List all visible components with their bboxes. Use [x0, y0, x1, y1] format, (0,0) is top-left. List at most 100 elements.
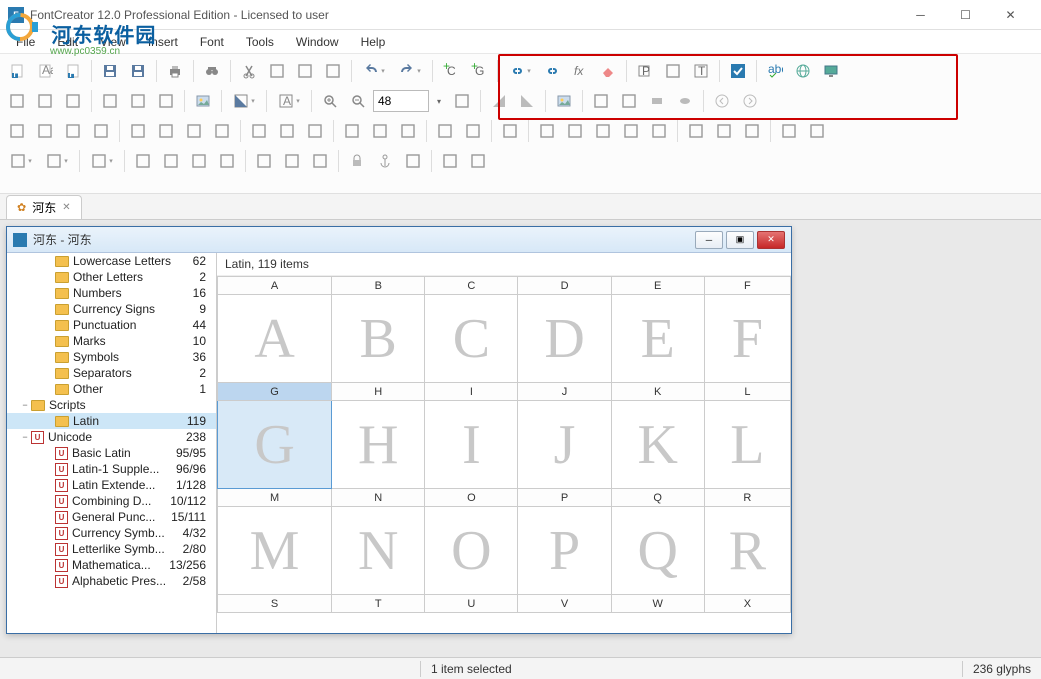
glyph-cell[interactable]: M	[218, 507, 332, 595]
monitor-icon[interactable]	[818, 58, 844, 84]
glyph-cell[interactable]: C	[425, 295, 518, 383]
tree-row[interactable]: ULetterlike Symb...2/80	[7, 541, 216, 557]
file-f-icon[interactable]: F	[4, 58, 30, 84]
p-tag-icon[interactable]: P	[632, 58, 658, 84]
glyph-header-cell[interactable]: N	[332, 489, 425, 507]
glyph-header-cell[interactable]: G	[218, 383, 332, 401]
close-button[interactable]: ✕	[988, 1, 1033, 29]
child-maximize-button[interactable]: ▣	[726, 231, 754, 249]
unlink-icon[interactable]	[539, 58, 565, 84]
glyph-cell[interactable]: J	[518, 401, 611, 489]
maximize-button[interactable]: ☐	[943, 1, 988, 29]
globe-grid-icon[interactable]	[790, 58, 816, 84]
menu-insert[interactable]: Insert	[138, 33, 188, 51]
category-tree-panel[interactable]: Lowercase Letters62Other Letters2Numbers…	[7, 253, 217, 633]
nudge-up-icon[interactable]	[60, 88, 86, 114]
tree-row[interactable]: UGeneral Punc...15/111	[7, 509, 216, 525]
glyph-cell[interactable]: G	[218, 401, 332, 489]
glyph-header-cell[interactable]: A	[218, 277, 332, 295]
zoom-input[interactable]	[373, 90, 429, 112]
glyph-header-cell[interactable]: V	[518, 595, 611, 613]
binoculars-icon[interactable]	[199, 58, 225, 84]
glyph-header-cell[interactable]: D	[518, 277, 611, 295]
glyph-header-cell[interactable]: L	[704, 383, 790, 401]
tree-row[interactable]: Numbers16	[7, 285, 216, 301]
tree-row[interactable]: Marks10	[7, 333, 216, 349]
a-rect-icon[interactable]: A▾	[272, 88, 306, 114]
tree-row[interactable]: UMathematica...13/256	[7, 557, 216, 573]
tree-expander-icon[interactable]: −	[19, 432, 31, 442]
glyph-header-cell[interactable]: C	[425, 277, 518, 295]
file-a-icon[interactable]: Aa	[32, 58, 58, 84]
link-icon[interactable]: ▾	[503, 58, 537, 84]
tab-close-icon[interactable]: ✕	[62, 202, 70, 213]
glyph-cell[interactable]: I	[425, 401, 518, 489]
glyph-cell[interactable]: R	[704, 507, 790, 595]
glyph-grid-scroll[interactable]: ABCDEFABCDEFGHIJKLGHIJKLMNOPQRMNOPQRSTUV…	[217, 276, 791, 633]
tree-row[interactable]: Punctuation44	[7, 317, 216, 333]
save-all-icon[interactable]	[125, 58, 151, 84]
save-icon[interactable]	[97, 58, 123, 84]
glyph-header-cell[interactable]: U	[425, 595, 518, 613]
zoom-dropdown[interactable]: ▾	[431, 88, 447, 114]
pen-icon[interactable]	[125, 88, 151, 114]
glyph-cell[interactable]: B	[332, 295, 425, 383]
menu-file[interactable]: File	[6, 33, 45, 51]
table-props-icon[interactable]	[660, 58, 686, 84]
glyph-cell[interactable]: L	[704, 401, 790, 489]
tree-row[interactable]: ULatin Extende...1/128	[7, 477, 216, 493]
tree-row[interactable]: UCurrency Symb...4/32	[7, 525, 216, 541]
glyph-header-cell[interactable]: S	[218, 595, 332, 613]
image-edit-icon[interactable]	[190, 88, 216, 114]
glyph-cell[interactable]: O	[425, 507, 518, 595]
eraser-icon[interactable]	[595, 58, 621, 84]
paste-icon[interactable]	[292, 58, 318, 84]
glyph-header-cell[interactable]: E	[611, 277, 704, 295]
menu-view[interactable]: View	[90, 33, 136, 51]
scissors-icon[interactable]	[236, 58, 262, 84]
child-minimize-button[interactable]: ─	[695, 231, 723, 249]
glyph-header-cell[interactable]: R	[704, 489, 790, 507]
tree-expander-icon[interactable]: −	[19, 400, 31, 410]
glyph-cell[interactable]: A	[218, 295, 332, 383]
glyph-header-cell[interactable]: M	[218, 489, 332, 507]
tree-row[interactable]: UCombining D...10/112	[7, 493, 216, 509]
glyph-header-cell[interactable]: X	[704, 595, 790, 613]
glyph-cell[interactable]: N	[332, 507, 425, 595]
plus-g-icon[interactable]: G+	[466, 58, 492, 84]
tree-row[interactable]: −UUnicode238	[7, 429, 216, 445]
menu-help[interactable]: Help	[351, 33, 396, 51]
fill-half-icon[interactable]: ▾	[227, 88, 261, 114]
glyph-header-cell[interactable]: I	[425, 383, 518, 401]
glyph-cell[interactable]: H	[332, 401, 425, 489]
glyph-cell[interactable]: F	[704, 295, 790, 383]
glyph-header-cell[interactable]: J	[518, 383, 611, 401]
rect-select-icon[interactable]	[4, 88, 30, 114]
plus-c-icon[interactable]: C+	[438, 58, 464, 84]
tree-row[interactable]: Latin119	[7, 413, 216, 429]
menu-font[interactable]: Font	[190, 33, 234, 51]
glyph-header-cell[interactable]: B	[332, 277, 425, 295]
document-tab[interactable]: ✿ 河东 ✕	[6, 195, 82, 219]
glyph-cell[interactable]: D	[518, 295, 611, 383]
tree-row[interactable]: Lowercase Letters62	[7, 253, 216, 269]
tree-row[interactable]: −Scripts	[7, 397, 216, 413]
minimize-button[interactable]: ─	[898, 1, 943, 29]
copy-icon[interactable]	[264, 58, 290, 84]
abc-spell-icon[interactable]: abc	[762, 58, 788, 84]
check-icon[interactable]	[725, 58, 751, 84]
tree-row[interactable]: Currency Signs9	[7, 301, 216, 317]
glyph-header-cell[interactable]: O	[425, 489, 518, 507]
glyph-header-cell[interactable]: Q	[611, 489, 704, 507]
tree-row[interactable]: UAlphabetic Pres...2/58	[7, 573, 216, 589]
glyph-header-cell[interactable]: K	[611, 383, 704, 401]
glyph-cell[interactable]: P	[518, 507, 611, 595]
menu-window[interactable]: Window	[286, 33, 349, 51]
glyph-header-cell[interactable]: H	[332, 383, 425, 401]
menu-edit[interactable]: Edit	[47, 33, 88, 51]
child-close-button[interactable]: ✕	[757, 231, 785, 249]
glyph-cell[interactable]: K	[611, 401, 704, 489]
redo-icon[interactable]: ▾	[393, 58, 427, 84]
freehand-icon[interactable]	[153, 88, 179, 114]
undo-icon[interactable]: ▾	[357, 58, 391, 84]
